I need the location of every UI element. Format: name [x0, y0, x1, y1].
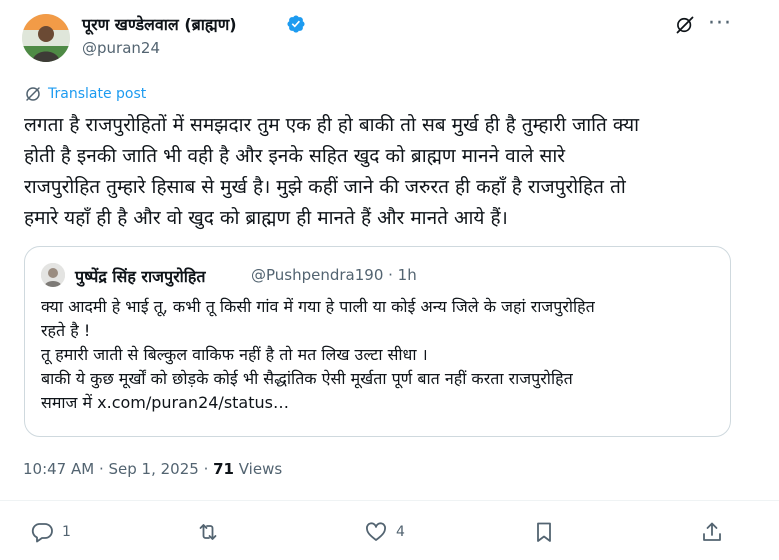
post-line: लगता है राजपुरोहितों में समझदार तुम एक ह…	[24, 114, 640, 136]
quote-author-name[interactable]: पुष्पेंद्र सिंह राजपुरोहित	[75, 265, 206, 287]
views-label: Views	[233, 460, 283, 478]
like-icon	[366, 522, 386, 541]
reply-icon	[31, 523, 53, 543]
quoted-post[interactable]: पुष्पेंद्र सिंह राजपुरोहित @Pushpendra19…	[24, 246, 731, 437]
quote-line: बाकी ये कुछ मूर्खों को छोड़के कोई भी सैद…	[41, 369, 573, 388]
post-line: राजपुरोहित तुम्हारे हिसाब से मुर्ख है। म…	[24, 176, 626, 198]
author-avatar[interactable]	[22, 14, 70, 62]
author-handle[interactable]: @puran24	[82, 39, 160, 57]
verified-badge-icon	[287, 15, 305, 33]
post-line: होती है इनकी जाति भी वही है और इनके सहित…	[24, 145, 566, 167]
repost-button[interactable]	[196, 520, 220, 544]
reply-button[interactable]: 1	[30, 520, 71, 544]
post-text: लगता है राजपुरोहितों में समझदार तुम एक ह…	[24, 110, 744, 234]
translate-label[interactable]: Translate post	[48, 86, 146, 102]
grok-icon[interactable]	[675, 15, 695, 35]
like-count: 4	[396, 524, 405, 540]
post-timestamp[interactable]: 10:47 AM · Sep 1, 2025 ·	[23, 460, 213, 478]
quote-author-avatar[interactable]	[41, 263, 65, 287]
repost-icon	[199, 524, 217, 540]
quote-author-handle-time[interactable]: @Pushpendra190 · 1h	[251, 266, 417, 284]
bookmark-button[interactable]	[532, 520, 556, 544]
quote-line: तू हमारी जाती से बिल्कुल वाकिफ नहीं है त…	[41, 345, 428, 364]
post-line: हमारे यहाँ ही है और वो खुद को ब्राह्मण ह…	[24, 207, 508, 229]
bookmark-icon	[537, 522, 551, 542]
translate-post-link[interactable]: Translate post	[24, 85, 146, 103]
share-button[interactable]	[700, 520, 724, 544]
quote-text: क्या आदमी हे भाई तू, कभी तू किसी गांव मे…	[41, 295, 711, 415]
more-icon[interactable]: ···	[708, 13, 732, 35]
reply-count: 1	[62, 524, 71, 540]
post-meta: 10:47 AM · Sep 1, 2025 · 71 Views	[23, 460, 282, 478]
views-count: 71	[213, 460, 234, 478]
divider	[0, 500, 779, 501]
share-icon	[703, 522, 721, 541]
quote-line: क्या आदमी हे भाई तू, कभी तू किसी गांव मे…	[41, 297, 595, 316]
author-display-name[interactable]: पूरण खण्डेलवाल (ब्राह्मण)	[82, 13, 237, 35]
quote-line: रहते है !	[41, 321, 91, 340]
translate-icon	[26, 87, 40, 101]
quote-line: समाज में x.com/puran24/status…	[41, 393, 289, 412]
like-button[interactable]: 4	[364, 520, 405, 544]
